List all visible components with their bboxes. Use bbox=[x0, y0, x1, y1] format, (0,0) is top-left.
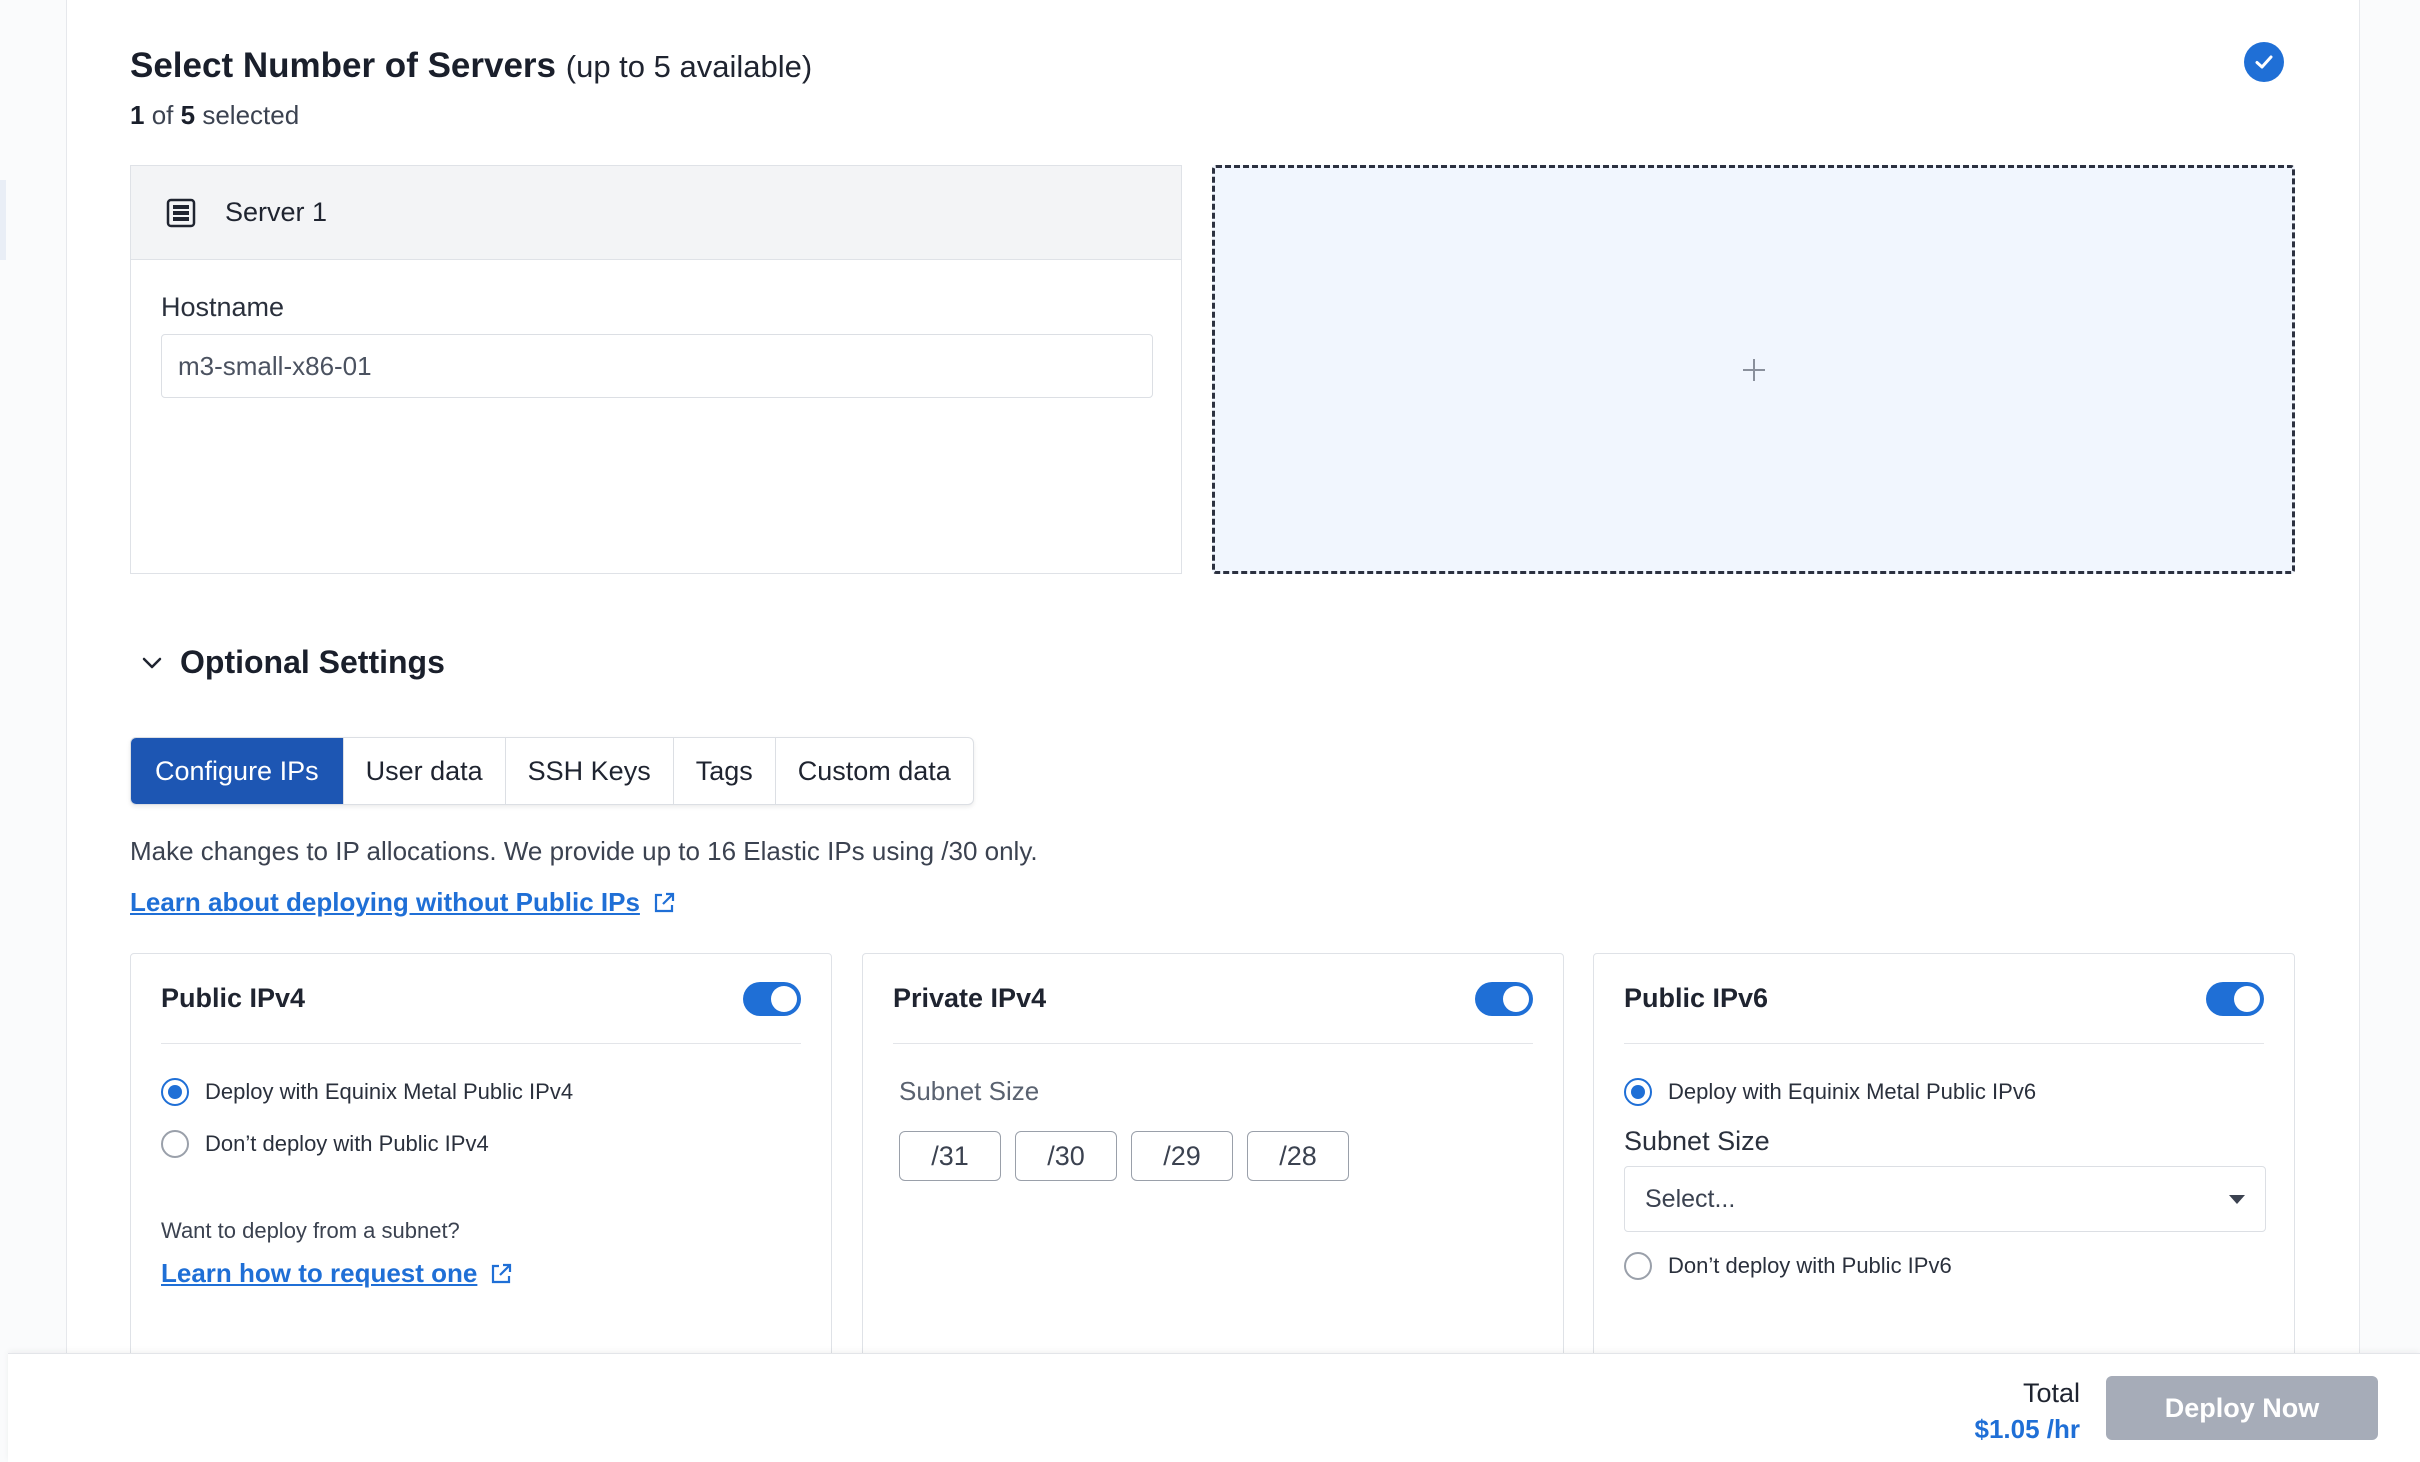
total-price: $1.05 /hr bbox=[1974, 1414, 2080, 1444]
ip-description: Make changes to IP allocations. We provi… bbox=[130, 836, 1038, 866]
toggle-knob bbox=[1503, 985, 1529, 1012]
public-ipv4-title: Public IPv4 bbox=[161, 983, 306, 1013]
public-ipv6-card: Public IPv6 Deploy with Equinix Metal Pu… bbox=[1593, 953, 2295, 1373]
public-ipv4-header: Public IPv4 bbox=[161, 954, 801, 1044]
subnet-option-29[interactable]: /29 bbox=[1131, 1131, 1233, 1181]
deploy-footer: Total $1.05 /hr Deploy Now bbox=[8, 1353, 2420, 1462]
tab-configure-ips[interactable]: Configure IPs bbox=[131, 738, 344, 804]
tab-custom-data[interactable]: Custom data bbox=[776, 738, 973, 804]
public-ipv6-title: Public IPv6 bbox=[1624, 983, 1769, 1013]
public-ipv6-no-deploy-option[interactable]: Don’t deploy with Public IPv6 bbox=[1624, 1252, 1952, 1280]
private-ipv4-card: Private IPv4 Subnet Size /31 /30 /29 /28 bbox=[862, 953, 1564, 1373]
total-label: Total bbox=[2022, 1378, 2080, 1408]
private-ipv4-toggle[interactable] bbox=[1475, 981, 1533, 1016]
servers-title-note: (up to 5 available) bbox=[565, 49, 813, 84]
hostname-label: Hostname bbox=[161, 292, 285, 322]
page: Select Number of Servers (up to 5 availa… bbox=[0, 0, 2420, 1462]
deploy-now-button[interactable]: Deploy Now bbox=[2106, 1376, 2378, 1440]
request-subnet-link-text: Learn how to request one bbox=[161, 1258, 478, 1288]
server-name: Server 1 bbox=[225, 197, 328, 227]
tab-tags[interactable]: Tags bbox=[674, 738, 776, 804]
subnet-option-31[interactable]: /31 bbox=[899, 1131, 1001, 1181]
add-server-button[interactable] bbox=[1212, 165, 2295, 574]
subnet-size-options: /31 /30 /29 /28 bbox=[899, 1131, 1349, 1181]
server-icon bbox=[166, 198, 196, 227]
private-subnet-size-label: Subnet Size bbox=[899, 1076, 1040, 1106]
public-ipv6-no-deploy-label: Don’t deploy with Public IPv6 bbox=[1668, 1253, 1952, 1278]
radio-selected[interactable] bbox=[1624, 1078, 1652, 1106]
hostname-input[interactable] bbox=[161, 334, 1153, 398]
public-ipv6-header: Public IPv6 bbox=[1624, 954, 2264, 1044]
caret-down-icon bbox=[2229, 1194, 2245, 1204]
public-ipv4-card: Public IPv4 Deploy with Equinix Metal Pu… bbox=[130, 953, 832, 1373]
selected-count-number: 1 bbox=[130, 100, 145, 130]
radio-unselected[interactable] bbox=[1624, 1252, 1652, 1280]
public-ipv4-toggle[interactable] bbox=[743, 981, 801, 1016]
servers-title: Select Number of Servers (up to 5 availa… bbox=[130, 46, 812, 86]
subnet-option-28[interactable]: /28 bbox=[1247, 1131, 1349, 1181]
servers-title-text: Select Number of Servers bbox=[130, 46, 557, 85]
selected-count-of: of bbox=[151, 100, 174, 130]
public-ipv4-no-deploy-label: Don’t deploy with Public IPv4 bbox=[205, 1131, 489, 1156]
subnet-option-30[interactable]: /30 bbox=[1015, 1131, 1117, 1181]
subnet-question: Want to deploy from a subnet? bbox=[161, 1218, 460, 1243]
plus-icon bbox=[1741, 357, 1767, 383]
server-card-header: Server 1 bbox=[131, 166, 1181, 260]
toggle-knob bbox=[2234, 985, 2260, 1012]
external-link-icon bbox=[654, 892, 675, 912]
tab-user-data[interactable]: User data bbox=[344, 738, 506, 804]
public-ipv4-no-deploy-option[interactable]: Don’t deploy with Public IPv4 bbox=[161, 1130, 489, 1158]
optional-settings-toggle[interactable]: Optional Settings bbox=[138, 644, 445, 681]
public-ipv6-deploy-label: Deploy with Equinix Metal Public IPv6 bbox=[1668, 1079, 2037, 1104]
private-ipv4-header: Private IPv4 bbox=[893, 954, 1533, 1044]
public-ipv6-deploy-option[interactable]: Deploy with Equinix Metal Public IPv6 bbox=[1624, 1078, 2036, 1106]
subnet-size-select[interactable]: Select... bbox=[1624, 1166, 2266, 1232]
request-subnet-link[interactable]: Learn how to request one bbox=[161, 1258, 513, 1289]
public-ipv6-subnet-size-label: Subnet Size bbox=[1624, 1126, 1770, 1156]
public-ipv4-deploy-option[interactable]: Deploy with Equinix Metal Public IPv4 bbox=[161, 1078, 573, 1106]
server-card: Server 1 Hostname bbox=[130, 165, 1182, 574]
settings-tabs: Configure IPs User data SSH Keys Tags Cu… bbox=[130, 737, 974, 805]
selected-count-total: 5 bbox=[180, 100, 196, 130]
radio-unselected[interactable] bbox=[161, 1130, 189, 1158]
chevron-down-icon bbox=[142, 657, 162, 668]
subnet-size-select-value: Select... bbox=[1645, 1184, 1736, 1213]
optional-settings-title: Optional Settings bbox=[180, 644, 445, 680]
tab-ssh-keys[interactable]: SSH Keys bbox=[506, 738, 674, 804]
toggle-knob bbox=[771, 985, 797, 1012]
selected-count: 1 of 5 selected bbox=[130, 100, 299, 131]
public-ipv4-deploy-label: Deploy with Equinix Metal Public IPv4 bbox=[205, 1079, 574, 1104]
learn-public-ips-link[interactable]: Learn about deploying without Public IPs bbox=[130, 887, 676, 918]
selected-count-word: selected bbox=[202, 100, 300, 130]
radio-selected[interactable] bbox=[161, 1078, 189, 1106]
public-ipv6-toggle[interactable] bbox=[2206, 981, 2264, 1016]
private-ipv4-title: Private IPv4 bbox=[893, 983, 1047, 1013]
external-link-icon bbox=[492, 1263, 512, 1283]
learn-public-ips-link-text: Learn about deploying without Public IPs bbox=[130, 887, 640, 917]
left-nav-strip bbox=[0, 180, 6, 260]
check-circle-icon bbox=[2244, 42, 2284, 82]
